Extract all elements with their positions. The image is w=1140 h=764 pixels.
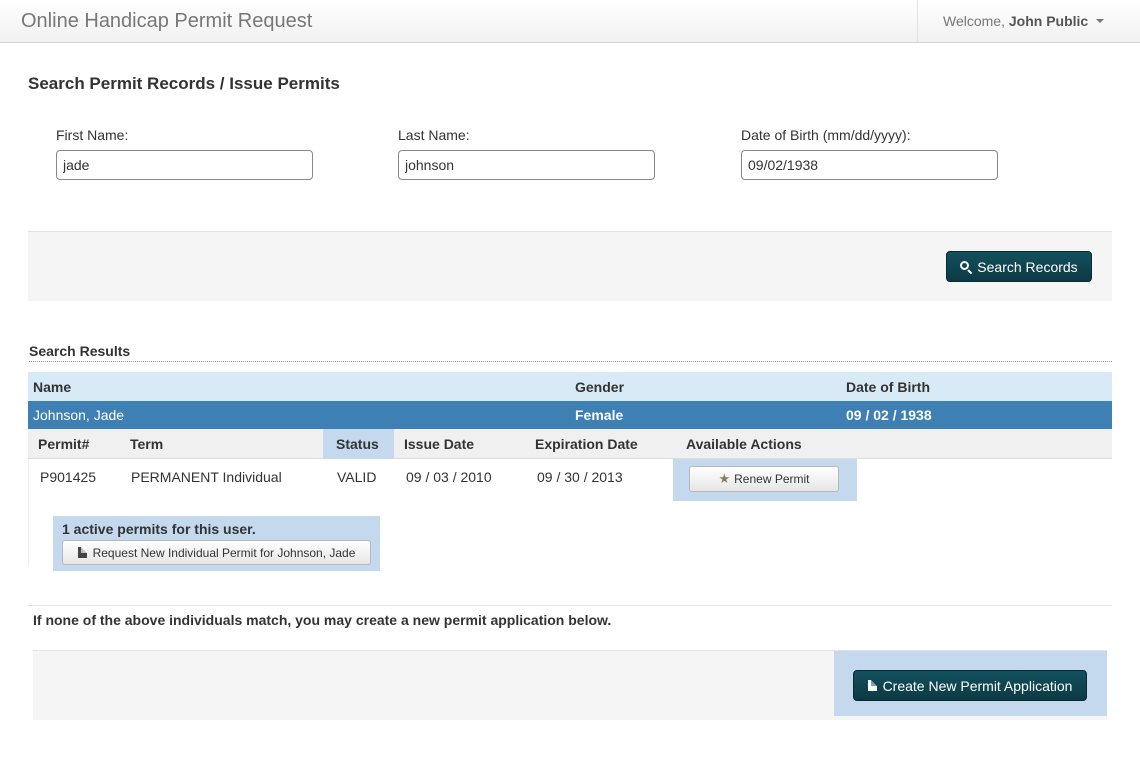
none-match-text: If none of the above individuals match, … xyxy=(33,612,612,628)
column-issue-date: Issue Date xyxy=(404,436,475,452)
search-icon xyxy=(960,260,973,274)
column-gender: Gender xyxy=(575,379,625,395)
create-button-highlight: Create New Permit Application xyxy=(834,651,1107,716)
document-icon xyxy=(77,547,87,558)
request-new-permit-button[interactable]: Request New Individual Permit for Johnso… xyxy=(62,540,371,565)
first-name-label: First Name: xyxy=(56,127,129,143)
column-status: Status xyxy=(336,436,379,452)
column-permit: Permit# xyxy=(38,436,90,452)
create-actions-well: Create New Permit Application xyxy=(33,650,1107,720)
permit-status: VALID xyxy=(337,469,377,485)
renew-permit-button[interactable]: ★ Renew Permit xyxy=(689,466,839,492)
column-term: Term xyxy=(130,436,164,452)
search-results-heading: Search Results xyxy=(29,343,1112,362)
renew-permit-label: Renew Permit xyxy=(734,472,810,486)
search-actions-well: Search Records xyxy=(28,231,1112,301)
person-row[interactable]: Johnson, Jade Female 09 / 02 / 1938 xyxy=(28,401,1112,429)
column-available-actions: Available Actions xyxy=(686,436,802,452)
page-title: Search Permit Records / Issue Permits xyxy=(28,74,340,93)
request-new-permit-label: Request New Individual Permit for Johnso… xyxy=(92,545,356,560)
search-records-button[interactable]: Search Records xyxy=(946,251,1092,282)
user-menu[interactable]: Welcome, John Public xyxy=(917,0,1140,42)
active-permits-box: 1 active permits for this user. Request … xyxy=(53,516,380,571)
permits-table-header: Permit# Term Status Issue Date Expiratio… xyxy=(28,429,1112,464)
actions-highlight: ★ Renew Permit xyxy=(673,459,857,501)
person-name: Johnson, Jade xyxy=(33,407,125,423)
user-name: John Public xyxy=(1008,13,1089,29)
column-expiration-date: Expiration Date xyxy=(535,436,638,452)
column-dob: Date of Birth xyxy=(846,379,930,395)
create-new-permit-label: Create New Permit Application xyxy=(882,677,1073,694)
active-permits-text: 1 active permits for this user. xyxy=(62,521,256,537)
section-divider xyxy=(28,605,1112,606)
first-name-input[interactable] xyxy=(56,150,313,180)
person-dob: 09 / 02 / 1938 xyxy=(846,407,932,423)
create-new-permit-button[interactable]: Create New Permit Application xyxy=(853,670,1087,701)
permit-issue-date: 09 / 03 / 2010 xyxy=(406,469,492,485)
dob-input[interactable] xyxy=(741,150,998,180)
document-icon xyxy=(867,680,877,691)
last-name-input[interactable] xyxy=(398,150,655,180)
results-table-header: Name Gender Date of Birth xyxy=(28,372,1112,401)
last-name-label: Last Name: xyxy=(398,127,470,143)
welcome-label: Welcome, xyxy=(943,13,1005,29)
caret-down-icon xyxy=(1096,19,1105,24)
permit-number: P901425 xyxy=(40,469,97,485)
star-icon: ★ xyxy=(718,471,731,486)
table-row: P901425 PERMANENT Individual VALID 09 / … xyxy=(28,459,1112,571)
search-records-label: Search Records xyxy=(977,258,1078,275)
person-gender: Female xyxy=(575,407,624,423)
permit-term: PERMANENT Individual xyxy=(131,469,282,485)
permit-expiration-date: 09 / 30 / 2013 xyxy=(537,469,623,485)
column-name: Name xyxy=(33,379,72,395)
dob-label: Date of Birth (mm/dd/yyyy): xyxy=(741,127,911,143)
navbar: Online Handicap Permit Request Welcome, … xyxy=(0,0,1140,43)
brand-title[interactable]: Online Handicap Permit Request xyxy=(21,10,312,33)
